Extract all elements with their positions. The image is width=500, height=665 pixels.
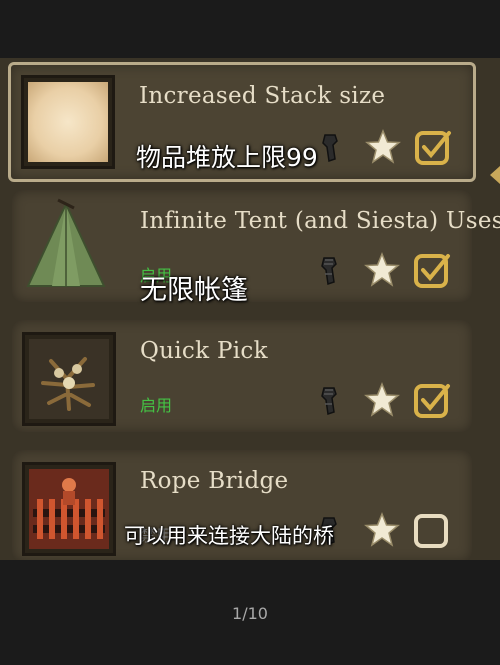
scroll-indicator-arrow [490, 166, 500, 184]
wrench-icon[interactable] [313, 127, 353, 167]
star-icon[interactable] [362, 510, 402, 550]
wrench-icon[interactable] [312, 250, 352, 290]
tent-thumbnail [22, 198, 110, 290]
caption-infinite-tent: 无限帐篷 [140, 275, 248, 306]
rope-bridge-thumbnail [22, 462, 116, 556]
caption-stack-size: 物品堆放上限99 [136, 143, 318, 172]
status-label: 启用 [140, 396, 173, 415]
wrench-icon[interactable] [312, 380, 352, 420]
parchment-thumbnail [21, 75, 115, 169]
page-counter: 1/10 [232, 604, 268, 623]
enabled-checkbox[interactable] [413, 127, 453, 167]
top-bar [0, 0, 500, 58]
mod-title: Increased Stack size [139, 83, 386, 109]
mod-title: Quick Pick [140, 338, 268, 364]
caption-rope-bridge: 可以用来连接大陆的桥 [124, 524, 334, 548]
enabled-checkbox[interactable] [412, 380, 452, 420]
star-icon[interactable] [362, 250, 402, 290]
enabled-checkbox[interactable] [412, 250, 452, 290]
mod-row-quick-pick[interactable]: Quick Pick 启用 [12, 320, 472, 432]
mod-title: Infinite Tent (and Siesta) Uses [140, 208, 500, 234]
star-icon[interactable] [363, 127, 403, 167]
star-icon[interactable] [362, 380, 402, 420]
mod-title: Rope Bridge [140, 468, 289, 494]
mod-list-panel: Increased Stack size Infinite Tent (and … [0, 58, 500, 560]
berry-bush-thumbnail [22, 332, 116, 426]
disabled-checkbox[interactable] [412, 510, 452, 550]
